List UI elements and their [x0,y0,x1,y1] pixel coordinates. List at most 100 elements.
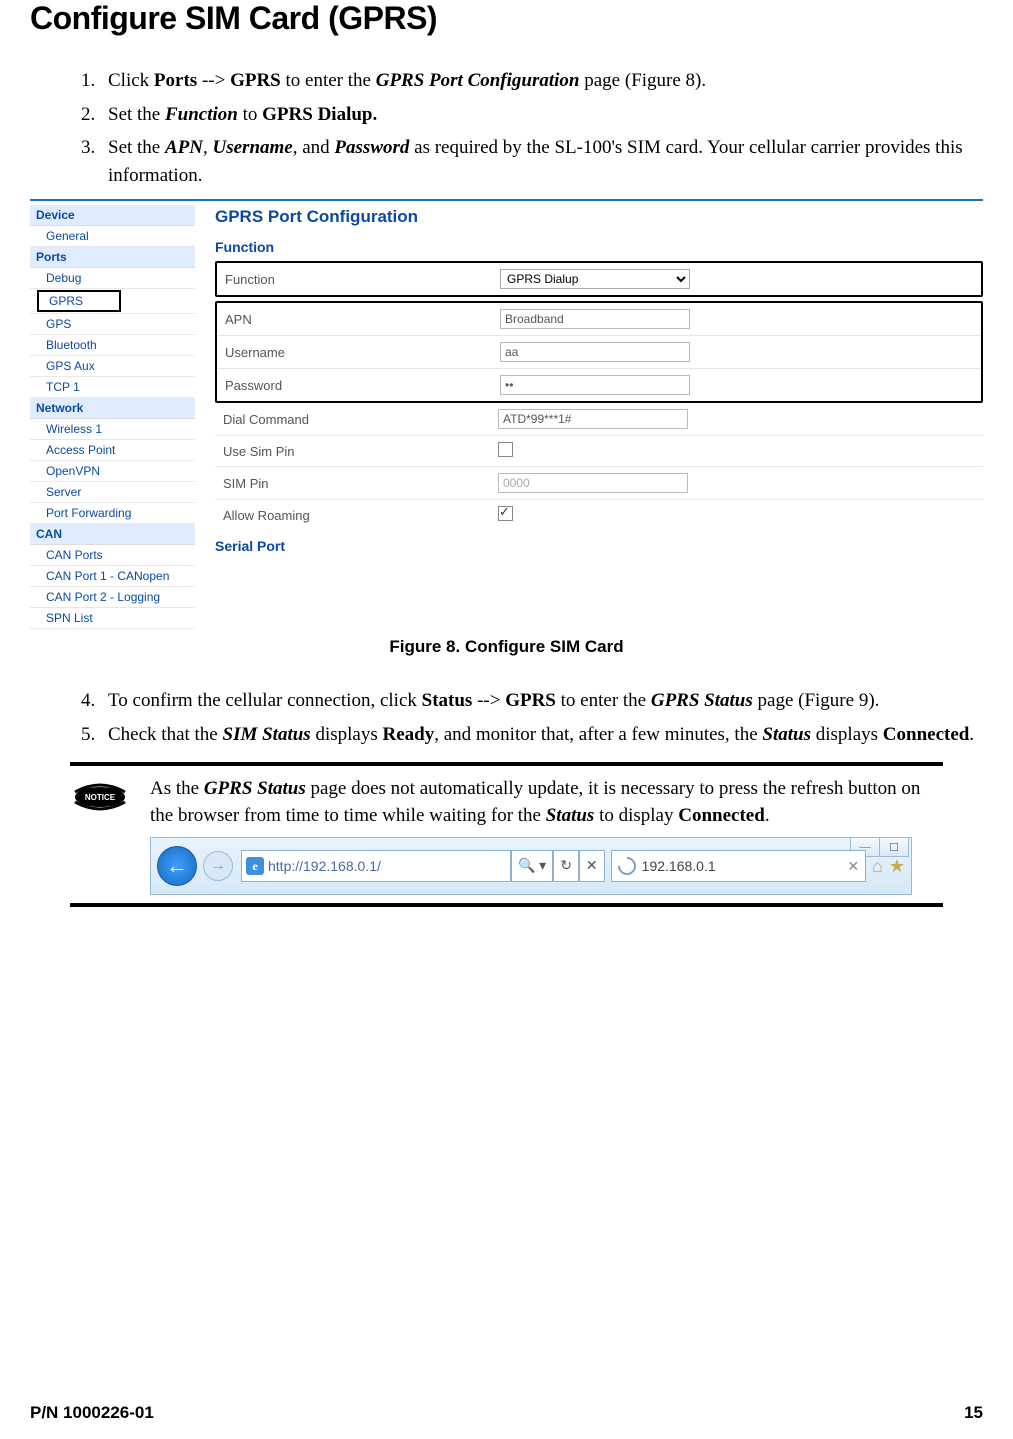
text-input[interactable]: Broadband [500,309,690,329]
text: . [969,724,974,745]
plain-rows: Dial CommandATD*99***1#Use Sim Pin SIM Pi… [215,403,983,530]
figure-8-caption: Figure 8. Configure SIM Card [30,637,983,657]
bolditalic: SIM Status [223,724,311,745]
text: to enter the [281,70,376,91]
text-input[interactable]: ATD*99***1# [498,409,688,429]
sidebar-item[interactable]: CAN Ports [30,545,195,566]
sidebar-item[interactable]: Debug [30,268,195,289]
ie-icon: e [246,857,264,875]
bolditalic: Function [165,104,238,125]
sidebar-item[interactable]: GPRS [38,291,120,311]
tab-title: 192.168.0.1 [642,858,716,874]
text: , [203,137,213,158]
bold: GPRS [505,690,556,711]
bolditalic: APN [165,137,203,158]
sidebar-item[interactable]: OpenVPN [30,461,195,482]
page-footer: P/N 1000226-01 15 [30,1403,983,1423]
text: Set the [108,104,165,125]
text: , and [293,137,335,158]
field-label: Dial Command [223,412,498,427]
sidebar-header[interactable]: Ports [30,247,195,268]
panel-subtitle-function: Function [215,239,983,255]
text: to enter the [556,690,651,711]
address-bar[interactable]: e http://192.168.0.1/ [241,850,511,882]
field-label: Function [225,272,500,287]
text-input[interactable]: 0000 [498,473,688,493]
text: --> [472,690,505,711]
text: to [238,104,262,125]
sidebar-item[interactable]: Wireless 1 [30,419,195,440]
panel-subtitle-serial: Serial Port [215,538,983,554]
sidebar-item[interactable]: Bluetooth [30,335,195,356]
step-4: To confirm the cellular connection, clic… [100,687,983,715]
sidebar-item[interactable]: CAN Port 2 - Logging [30,587,195,608]
text: Check that the [108,724,223,745]
loading-icon [614,854,639,879]
sidebar-item[interactable]: Port Forwarding [30,503,195,524]
text-input[interactable]: aa [500,342,690,362]
forward-button[interactable]: → [203,851,233,881]
sidebar-item[interactable]: SPN List [30,608,195,629]
panel-title: GPRS Port Configuration [215,207,983,227]
step-3: Set the APN, Username, and Password as r… [100,134,983,189]
notice-text: As the GPRS Status page does not automat… [130,776,943,829]
config-main-panel: GPRS Port Configuration Function Functio… [195,201,983,629]
step-1: Click Ports --> GPRS to enter the GPRS P… [100,67,983,95]
form-row: Usernameaa [217,336,981,369]
boxed-rows-1: FunctionGPRS Dialup [215,261,983,297]
field-label: Use Sim Pin [223,444,498,459]
sidebar-item[interactable]: GPS Aux [30,356,195,377]
step-5: Check that the SIM Status displays Ready… [100,721,983,749]
bolditalic: Status [546,805,595,826]
function-select[interactable]: GPRS Dialup [500,269,690,289]
maximize-button[interactable]: ☐ [879,837,909,857]
steps-list-2: To confirm the cellular connection, clic… [100,687,983,748]
arrow-left-icon: ← [166,853,188,879]
field-label: APN [225,312,500,327]
text: As the [150,778,204,799]
refresh-button[interactable]: ↻ [553,850,579,882]
bold: Ports [154,70,197,91]
page-heading: Configure SIM Card (GPRS) [30,0,983,37]
form-row: Password•• [217,369,981,401]
checkbox[interactable] [498,442,513,457]
sidebar-item[interactable]: TCP 1 [30,377,195,398]
bolditalic: GPRS Status [651,690,753,711]
sidebar-header[interactable]: CAN [30,524,195,545]
stop-button[interactable]: ✕ [579,850,605,882]
sidebar-item[interactable]: General [30,226,195,247]
sidebar-item[interactable]: Access Point [30,440,195,461]
back-button[interactable]: ← [157,846,197,886]
sidebar-header[interactable]: Network [30,398,195,419]
field-label: SIM Pin [223,476,498,491]
text-input[interactable]: •• [500,375,690,395]
text: page (Figure 9). [753,690,880,711]
boxed-rows-2: APNBroadband UsernameaaPassword•• [215,301,983,403]
close-tab-icon[interactable]: ✕ [847,858,859,875]
browser-tab[interactable]: 192.168.0.1 ✕ [611,850,866,882]
figure-8: DeviceGeneralPortsDebugGPRSGPSBluetoothG… [30,199,983,629]
text: . [765,805,770,826]
sidebar-header[interactable]: Device [30,205,195,226]
notice-icon: NOTICE [70,776,130,814]
arrow-right-icon: → [210,857,226,875]
notice-block: NOTICE As the GPRS Status page does not … [70,762,943,907]
bold: Status [422,690,473,711]
sidebar-item[interactable]: GPS [30,314,195,335]
home-icon[interactable]: ⌂ [872,856,883,877]
steps-list-1: Click Ports --> GPRS to enter the GPRS P… [100,67,983,189]
sidebar-item[interactable]: Server [30,482,195,503]
step-2: Set the Function to GPRS Dialup. [100,101,983,129]
favorites-icon[interactable]: ★ [889,856,905,877]
bolditalic: Status [762,724,811,745]
text: , and monitor that, after a few minutes,… [434,724,762,745]
bolditalic: Password [334,137,409,158]
field-label: Allow Roaming [223,508,498,523]
config-sidebar: DeviceGeneralPortsDebugGPRS GPSBluetoothG… [30,201,195,629]
text: --> [197,70,230,91]
bold: GPRS [230,70,281,91]
sidebar-item[interactable]: CAN Port 1 - CANopen [30,566,195,587]
checkbox[interactable] [498,506,513,521]
search-dropdown-icon[interactable]: 🔍 ▾ [511,850,553,882]
text: Set the [108,137,165,158]
